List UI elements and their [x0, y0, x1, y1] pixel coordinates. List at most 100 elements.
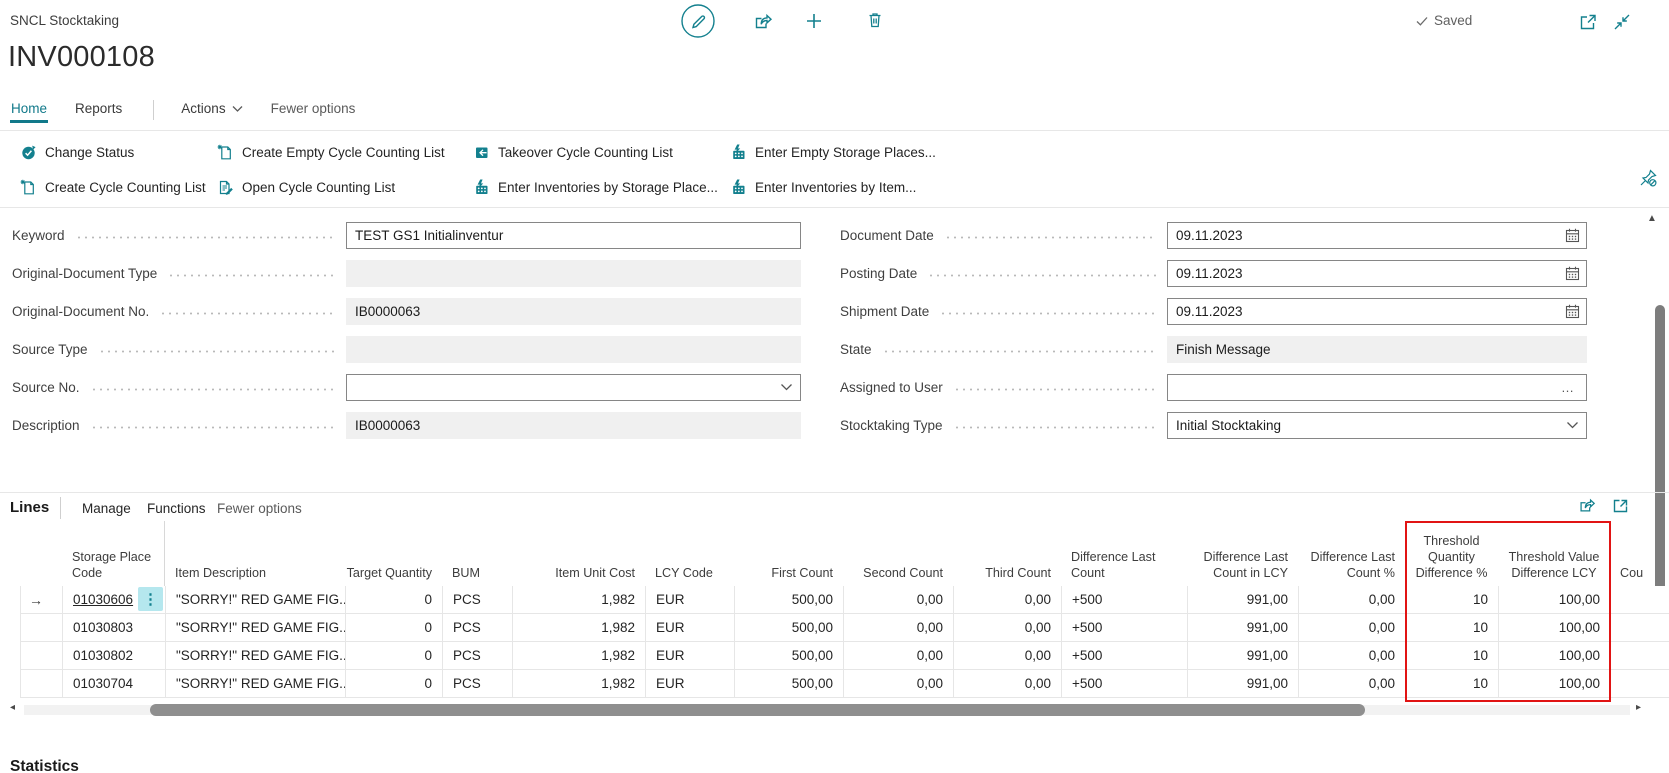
- cell-difference_last_count[interactable]: +500: [1062, 586, 1188, 613]
- cell-storage_place_code[interactable]: 01030803: [63, 614, 166, 641]
- ellipsis-lookup-icon[interactable]: …: [1554, 380, 1586, 395]
- cell-first_count[interactable]: 500,00: [735, 642, 844, 669]
- cell-difference_last_count_pct[interactable]: 0,00: [1299, 670, 1406, 697]
- chevron-down-icon[interactable]: [1558, 421, 1586, 430]
- action-enter-empty-storage-places[interactable]: Enter Empty Storage Places...: [730, 141, 936, 163]
- storage-place-code-text[interactable]: 01030803: [73, 620, 133, 635]
- lines-title[interactable]: Lines: [10, 499, 49, 516]
- calendar-icon[interactable]: [1558, 303, 1586, 320]
- column-header-item_unit_cost[interactable]: Item Unit Cost: [512, 521, 645, 586]
- cell-difference_last_count_pct[interactable]: 0,00: [1299, 642, 1406, 669]
- cell-difference_last_count[interactable]: +500: [1062, 642, 1188, 669]
- chevron-down-icon[interactable]: [772, 383, 800, 392]
- open-in-new-window-button[interactable]: [1578, 12, 1598, 32]
- cell-bum[interactable]: PCS: [443, 586, 513, 613]
- field-document-date[interactable]: 09.11.2023: [1167, 222, 1587, 249]
- table-row[interactable]: 01030802 "SORRY!" RED GAME FIG... 0 PCS 1,98…: [20, 642, 1669, 670]
- action-change-status[interactable]: Change Status: [20, 141, 134, 163]
- cell-threshold_quantity_difference_pct[interactable]: 10: [1406, 642, 1499, 669]
- delete-button[interactable]: [865, 10, 885, 30]
- unpin-button[interactable]: [1638, 168, 1658, 188]
- lines-menu-functions[interactable]: Functions: [147, 501, 206, 516]
- scroll-left-arrow[interactable]: ◂: [10, 703, 15, 713]
- cell-storage_place_code[interactable]: 01030802: [63, 642, 166, 669]
- table-row[interactable]: 01030704 "SORRY!" RED GAME FIG... 0 PCS 1,98…: [20, 670, 1669, 698]
- lines-expand-button[interactable]: [1611, 496, 1630, 515]
- scroll-up-arrow[interactable]: ▲: [1647, 214, 1657, 224]
- action-create-cycle-counting-list[interactable]: Create Cycle Counting List: [20, 176, 206, 198]
- storage-place-code-text[interactable]: 01030704: [73, 676, 133, 691]
- cell-threshold_quantity_difference_pct[interactable]: 10: [1406, 586, 1499, 613]
- cell-target_quantity[interactable]: 0: [346, 670, 443, 697]
- cell-first_count[interactable]: 500,00: [735, 614, 844, 641]
- collapse-button[interactable]: [1612, 12, 1632, 32]
- cell-second_count[interactable]: 0,00: [844, 642, 954, 669]
- cell-second_count[interactable]: 0,00: [844, 586, 954, 613]
- calendar-icon[interactable]: [1558, 265, 1586, 282]
- calendar-icon[interactable]: [1558, 227, 1586, 244]
- cell-item_unit_cost[interactable]: 1,982: [513, 614, 646, 641]
- column-header-cou_partial[interactable]: Cou: [1610, 521, 1669, 586]
- column-header-second_count[interactable]: Second Count: [843, 521, 953, 586]
- column-header-third_count[interactable]: Third Count: [953, 521, 1061, 586]
- cell-storage_place_code[interactable]: 01030606 ⋮: [63, 586, 166, 613]
- table-row[interactable]: 01030803 "SORRY!" RED GAME FIG... 0 PCS 1,98…: [20, 614, 1669, 642]
- cell-lcy_code[interactable]: EUR: [646, 642, 735, 669]
- cell-cou_partial[interactable]: [1611, 614, 1669, 641]
- tab-fewer-options[interactable]: Fewer options: [270, 97, 357, 123]
- field-assigned-to-user[interactable]: …: [1167, 374, 1587, 401]
- column-header-first_count[interactable]: First Count: [734, 521, 843, 586]
- cell-cou_partial[interactable]: [1611, 670, 1669, 697]
- lines-menu-fewer-options[interactable]: Fewer options: [217, 501, 302, 516]
- cell-third_count[interactable]: 0,00: [954, 670, 1062, 697]
- column-header-difference_last_count_pct[interactable]: Difference Last Count %: [1298, 521, 1405, 586]
- action-create-empty-cycle-counting-list[interactable]: Create Empty Cycle Counting List: [217, 141, 445, 163]
- cell-third_count[interactable]: 0,00: [954, 614, 1062, 641]
- lines-menu-manage[interactable]: Manage: [82, 501, 131, 516]
- cell-bum[interactable]: PCS: [443, 642, 513, 669]
- cell-storage_place_code[interactable]: 01030704: [63, 670, 166, 697]
- cell-difference_last_count_in_lcy[interactable]: 991,00: [1188, 586, 1299, 613]
- cell-lcy_code[interactable]: EUR: [646, 586, 735, 613]
- horizontal-scrollbar-thumb[interactable]: [150, 704, 1365, 716]
- cell-bum[interactable]: PCS: [443, 614, 513, 641]
- cell-threshold_value_difference_lcy[interactable]: 100,00: [1499, 670, 1611, 697]
- storage-place-code-text[interactable]: 01030802: [73, 648, 133, 663]
- field-stocktaking-type[interactable]: Initial Stocktaking: [1167, 412, 1587, 439]
- cell-target_quantity[interactable]: 0: [346, 586, 443, 613]
- action-open-cycle-counting-list[interactable]: Open Cycle Counting List: [217, 176, 395, 198]
- table-row[interactable]: → 01030606 ⋮ "SORRY!" RED GAME FIG... 0 PCS 1,…: [20, 586, 1669, 614]
- tab-actions[interactable]: Actions: [180, 97, 243, 123]
- share-button[interactable]: [752, 11, 773, 32]
- column-header-threshold_quantity_difference_pct[interactable]: Threshold Quantity Difference %: [1405, 521, 1498, 586]
- cell-difference_last_count_in_lcy[interactable]: 991,00: [1188, 642, 1299, 669]
- column-header-lcy_code[interactable]: LCY Code: [645, 521, 734, 586]
- field-shipment-date[interactable]: 09.11.2023: [1167, 298, 1587, 325]
- column-header-difference_last_count_in_lcy[interactable]: Difference Last Count in LCY: [1187, 521, 1298, 586]
- cell-second_count[interactable]: 0,00: [844, 670, 954, 697]
- cell-difference_last_count[interactable]: +500: [1062, 614, 1188, 641]
- field-source-no[interactable]: [346, 374, 801, 401]
- cell-first_count[interactable]: 500,00: [735, 586, 844, 613]
- cell-lcy_code[interactable]: EUR: [646, 614, 735, 641]
- action-enter-inventories-by-item[interactable]: Enter Inventories by Item...: [730, 176, 916, 198]
- column-header-threshold_value_difference_lcy[interactable]: Threshold Value Difference LCY: [1498, 521, 1610, 586]
- column-header-bum[interactable]: BUM: [442, 521, 512, 586]
- column-header-target_quantity[interactable]: Target Quantity: [345, 521, 442, 586]
- lines-share-button[interactable]: [1577, 496, 1596, 515]
- cell-item_description[interactable]: "SORRY!" RED GAME FIG...: [166, 614, 346, 641]
- edit-button[interactable]: [680, 3, 716, 39]
- cell-item_description[interactable]: "SORRY!" RED GAME FIG...: [166, 586, 346, 613]
- cell-difference_last_count[interactable]: +500: [1062, 670, 1188, 697]
- cell-item_unit_cost[interactable]: 1,982: [513, 642, 646, 669]
- cell-difference_last_count_in_lcy[interactable]: 991,00: [1188, 614, 1299, 641]
- field-keyword[interactable]: TEST GS1 Initialinventur: [346, 222, 801, 249]
- cell-threshold_value_difference_lcy[interactable]: 100,00: [1499, 642, 1611, 669]
- row-options-button[interactable]: ⋮: [138, 587, 163, 611]
- cell-difference_last_count_in_lcy[interactable]: 991,00: [1188, 670, 1299, 697]
- cell-item_description[interactable]: "SORRY!" RED GAME FIG...: [166, 670, 346, 697]
- storage-place-code-link[interactable]: 01030606: [73, 592, 133, 607]
- cell-threshold_value_difference_lcy[interactable]: 100,00: [1499, 586, 1611, 613]
- tab-reports[interactable]: Reports: [74, 97, 123, 123]
- cell-threshold_value_difference_lcy[interactable]: 100,00: [1499, 614, 1611, 641]
